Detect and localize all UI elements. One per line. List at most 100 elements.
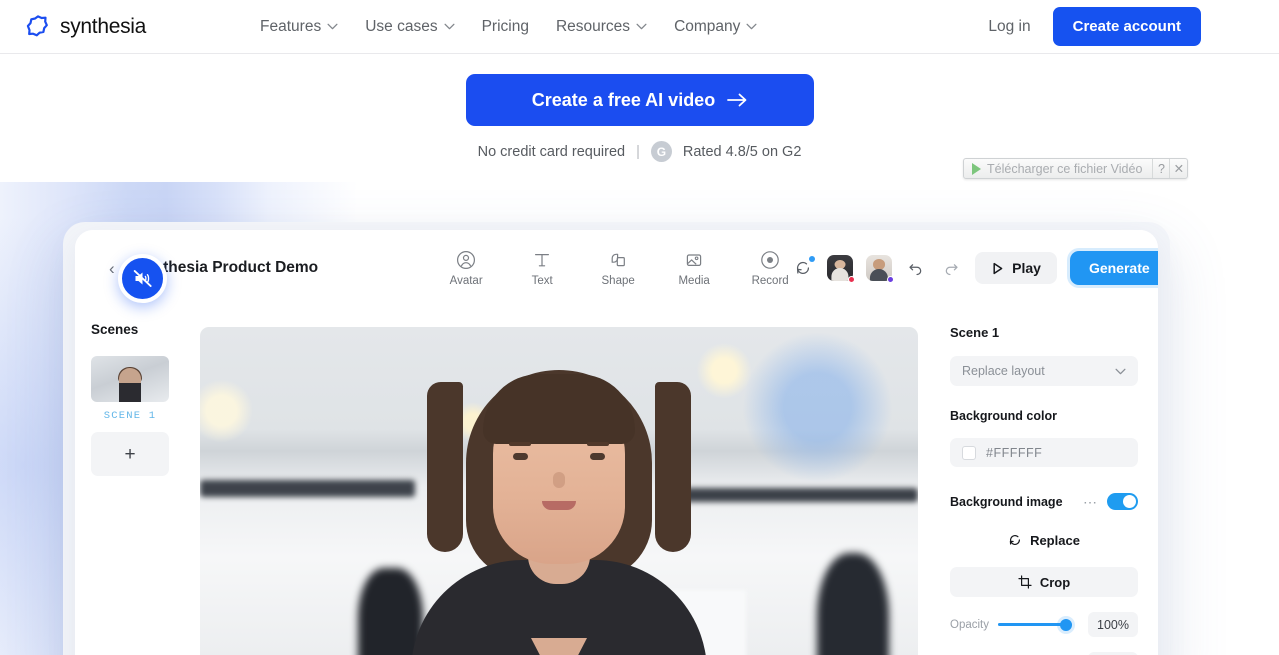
- tool-avatar[interactable]: Avatar: [444, 250, 488, 287]
- download-close-button[interactable]: ✕: [1170, 159, 1187, 178]
- color-swatch[interactable]: [962, 445, 976, 460]
- download-video-button[interactable]: Télécharger ce fichier Vidéo: [964, 159, 1154, 178]
- tool-label: Record: [751, 274, 789, 287]
- nav-item-pricing[interactable]: Pricing: [482, 18, 529, 36]
- background-image-row: Background image ⋯: [950, 493, 1138, 510]
- opacity-label: Opacity: [950, 618, 989, 631]
- app-mockup-window: ‹ Synthesia Product Demo Avatar Text Sha…: [75, 230, 1158, 655]
- chevron-left-icon[interactable]: ‹: [109, 260, 115, 277]
- nav-label: Company: [674, 17, 741, 35]
- g2-logo-icon: G: [650, 141, 672, 162]
- editor-insert-tools: Avatar Text Shape Media Record: [444, 250, 792, 287]
- tool-label: Text: [531, 274, 553, 287]
- redo-icon[interactable]: [940, 257, 962, 279]
- toggle-knob: [1123, 495, 1136, 508]
- download-help-button[interactable]: ?: [1153, 159, 1171, 178]
- synthesia-logo-icon: [25, 14, 51, 40]
- scene-label-1: SCENE 1: [103, 410, 157, 422]
- presenter-mouth: [542, 501, 576, 510]
- brand-logo[interactable]: synthesia: [25, 14, 146, 40]
- text-icon: [535, 253, 550, 266]
- opacity-slider-knob[interactable]: [1060, 618, 1072, 631]
- video-canvas[interactable]: [200, 327, 918, 655]
- record-icon: [761, 250, 779, 269]
- chevron-down-icon: [636, 23, 647, 30]
- presenter-hair-top: [483, 374, 635, 444]
- mute-toggle-button[interactable]: [118, 254, 167, 303]
- opacity-value[interactable]: 100%: [1088, 612, 1138, 637]
- presenter-eye-right: [590, 453, 605, 460]
- hero-subtext: No credit card required | G Rated 4.8/5 …: [478, 141, 802, 162]
- generate-button[interactable]: Generate: [1069, 251, 1158, 285]
- hero-cta-section: Create a free AI video No credit card re…: [0, 74, 1279, 162]
- collaborator-avatar-2[interactable]: [866, 255, 895, 283]
- tool-label: Shape: [601, 274, 635, 287]
- canvas-bg-shelf-right: [673, 487, 918, 503]
- nav-label: Resources: [555, 17, 631, 35]
- create-account-button[interactable]: Create account: [1052, 7, 1201, 46]
- add-scene-button[interactable]: +: [91, 432, 169, 476]
- presenter-brow-right: [587, 442, 609, 446]
- nav-item-resources[interactable]: Resources: [556, 18, 647, 36]
- nav-label: Features: [260, 17, 322, 35]
- video-download-overlay: Télécharger ce fichier Vidéo ? ✕: [963, 158, 1189, 179]
- scenes-sidebar: Scenes SCENE 1 +: [75, 306, 181, 655]
- sync-refresh-icon[interactable]: [792, 256, 816, 279]
- editor-toolbar: ‹ Synthesia Product Demo Avatar Text Sha…: [75, 230, 1158, 306]
- chevron-down-icon: [444, 23, 455, 30]
- scene-properties-panel: Scene 1 Replace layout Background color …: [936, 306, 1158, 655]
- replace-layout-value: Replace layout: [962, 364, 1045, 378]
- replace-layout-select[interactable]: Replace layout: [950, 356, 1138, 386]
- nav-item-features[interactable]: Features: [260, 18, 338, 36]
- opacity-slider[interactable]: [998, 618, 1072, 631]
- background-color-field[interactable]: #FFFFFF: [950, 438, 1138, 467]
- tool-label: Media: [678, 274, 710, 287]
- scenes-title: Scenes: [91, 322, 139, 337]
- g2-rating-text: Rated 4.8/5 on G2: [682, 143, 802, 160]
- background-image-label: Background image: [950, 494, 1063, 509]
- nav-label: Pricing: [481, 17, 529, 35]
- avatar-icon: [457, 250, 476, 269]
- play-outline-icon: [993, 262, 1003, 274]
- play-label: Play: [1012, 260, 1041, 276]
- canvas-bg-shelf: [200, 480, 416, 497]
- arrow-right-icon: [727, 93, 747, 107]
- nav-item-company[interactable]: Company: [674, 18, 757, 36]
- subtext-separator: |: [636, 143, 640, 160]
- presenter-hair-left: [427, 382, 463, 552]
- tool-media[interactable]: Media: [672, 250, 716, 287]
- presenter-eye-left: [513, 453, 528, 460]
- undo-icon[interactable]: [905, 257, 927, 279]
- background-image-more-icon[interactable]: ⋯: [1083, 495, 1098, 509]
- opacity-slider-row: Opacity 100%: [950, 612, 1138, 637]
- media-icon: [686, 253, 702, 266]
- scene-thumbnail-1[interactable]: [91, 356, 169, 402]
- editor-actions: Play Generate: [792, 251, 1158, 285]
- presenter-brow-left: [509, 442, 531, 446]
- background-image-toggle[interactable]: [1107, 493, 1138, 510]
- crop-label: Crop: [1039, 574, 1071, 590]
- nav-links: Features Use cases Pricing Resources Com…: [260, 18, 757, 36]
- nav-label: Use cases: [365, 17, 438, 35]
- top-navigation-bar: synthesia Features Use cases Pricing Res…: [0, 0, 1279, 54]
- play-triangle-icon: [972, 162, 981, 175]
- nav-actions: Log in Create account: [988, 7, 1201, 46]
- tool-shape[interactable]: Shape: [596, 250, 640, 287]
- collaborator-avatar-1[interactable]: [827, 255, 856, 283]
- avatar-presenter: [409, 352, 709, 655]
- chevron-down-icon: [746, 23, 757, 30]
- replace-image-button[interactable]: Replace: [950, 529, 1138, 551]
- login-link[interactable]: Log in: [988, 18, 1030, 36]
- page-root: synthesia Features Use cases Pricing Res…: [0, 0, 1279, 655]
- tool-text[interactable]: Text: [520, 250, 564, 287]
- play-button[interactable]: Play: [975, 252, 1057, 284]
- chevron-down-icon: [1115, 368, 1126, 374]
- tool-record[interactable]: Record: [748, 250, 792, 287]
- collaborator-1-status-dot: [848, 276, 856, 283]
- canvas-bg-figure-right: [817, 553, 890, 655]
- nav-item-use-cases[interactable]: Use cases: [365, 17, 455, 36]
- create-free-ai-video-button[interactable]: Create a free AI video: [465, 74, 814, 126]
- panel-scene-title: Scene 1: [950, 325, 1000, 340]
- tool-label: Avatar: [449, 274, 483, 287]
- crop-image-button[interactable]: Crop: [950, 567, 1138, 597]
